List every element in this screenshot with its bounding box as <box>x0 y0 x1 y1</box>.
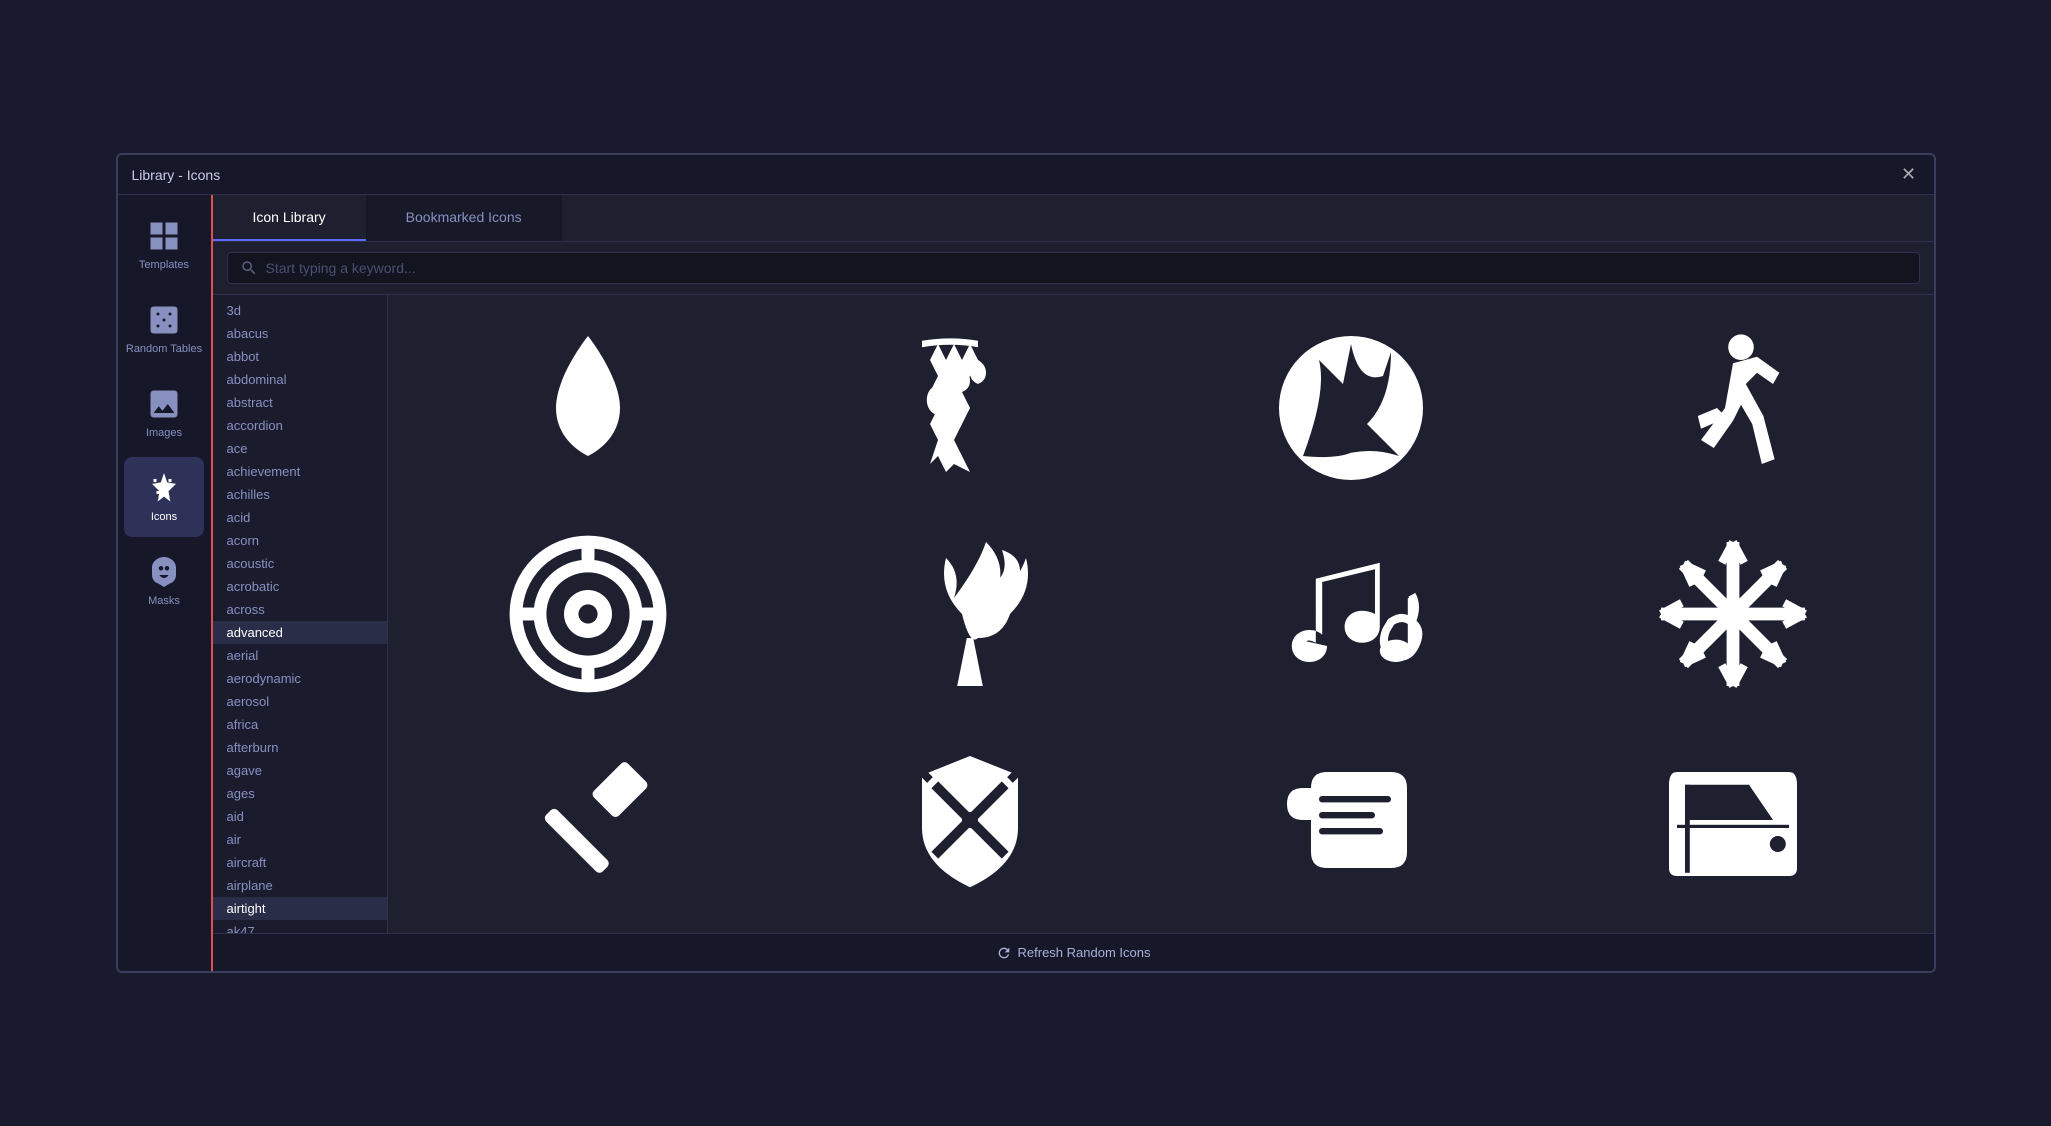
keyword-across[interactable]: across <box>213 598 387 621</box>
keyword-abdominal[interactable]: abdominal <box>213 368 387 391</box>
random-tables-label: Random Tables <box>126 343 202 356</box>
keyword-acid[interactable]: acid <box>213 506 387 529</box>
dice-icon <box>146 302 182 338</box>
keyword-abacus[interactable]: abacus <box>213 322 387 345</box>
icons-icon <box>146 470 182 506</box>
sidebar-item-icons[interactable]: Icons <box>124 457 204 537</box>
keyword-abstract[interactable]: abstract <box>213 391 387 414</box>
main-window: Library - Icons ✕ Templates Random Table… <box>116 153 1936 973</box>
keyword-airtight[interactable]: airtight <box>213 897 387 920</box>
icon-shield-swords[interactable] <box>779 717 1161 923</box>
tabs-bar: Icon Library Bookmarked Icons <box>213 195 1934 242</box>
keyword-aircraft[interactable]: aircraft <box>213 851 387 874</box>
keyword-acrobatic[interactable]: acrobatic <box>213 575 387 598</box>
keyword-agave[interactable]: agave <box>213 759 387 782</box>
bottom-bar: Refresh Random Icons <box>213 933 1934 971</box>
sidebar: Templates Random Tables Images <box>118 195 213 971</box>
search-bar <box>213 242 1934 295</box>
keyword-ace[interactable]: ace <box>213 437 387 460</box>
tab-icon-library[interactable]: Icon Library <box>213 195 366 241</box>
search-icon <box>240 259 258 277</box>
sidebar-item-masks[interactable]: Masks <box>124 541 204 621</box>
icons-grid <box>388 295 1934 933</box>
keyword-afterburn[interactable]: afterburn <box>213 736 387 759</box>
keyword-abbot[interactable]: abbot <box>213 345 387 368</box>
icon-fish[interactable] <box>779 305 1161 511</box>
close-button[interactable]: ✕ <box>1898 164 1920 186</box>
keyword-africa[interactable]: africa <box>213 713 387 736</box>
body-split: 3d abacus abbot abdominal abstract accor… <box>213 295 1934 933</box>
keyword-acorn[interactable]: acorn <box>213 529 387 552</box>
keyword-acoustic[interactable]: acoustic <box>213 552 387 575</box>
tab-bookmarked-icons[interactable]: Bookmarked Icons <box>366 195 562 241</box>
icon-car-door[interactable] <box>1542 717 1924 923</box>
keyword-list[interactable]: 3d abacus abbot abdominal abstract accor… <box>213 295 388 933</box>
images-icon <box>146 386 182 422</box>
keyword-achievement[interactable]: achievement <box>213 460 387 483</box>
icon-scroll[interactable] <box>1161 717 1543 923</box>
icon-wolf[interactable] <box>1161 305 1543 511</box>
keyword-3d[interactable]: 3d <box>213 299 387 322</box>
masks-icon <box>146 554 182 590</box>
keyword-ak47[interactable]: ak47 <box>213 920 387 933</box>
refresh-label: Refresh Random Icons <box>1018 945 1151 960</box>
icon-hammer[interactable] <box>398 717 780 923</box>
icon-snowflake[interactable] <box>1542 511 1924 717</box>
refresh-random-icons-button[interactable]: Refresh Random Icons <box>996 945 1151 961</box>
icons-label: Icons <box>151 511 177 524</box>
images-label: Images <box>146 427 182 440</box>
refresh-icon <box>996 945 1012 961</box>
icon-flame[interactable] <box>398 305 780 511</box>
keyword-accordion[interactable]: accordion <box>213 414 387 437</box>
keyword-aerodynamic[interactable]: aerodynamic <box>213 667 387 690</box>
keyword-aid[interactable]: aid <box>213 805 387 828</box>
keyword-aerosol[interactable]: aerosol <box>213 690 387 713</box>
icon-walk[interactable] <box>1542 305 1924 511</box>
keyword-ages[interactable]: ages <box>213 782 387 805</box>
titlebar: Library - Icons ✕ <box>118 155 1934 195</box>
content-area: Icon Library Bookmarked Icons <box>213 195 1934 971</box>
icon-music[interactable] <box>1161 511 1543 717</box>
keyword-achilles[interactable]: achilles <box>213 483 387 506</box>
keyword-aerial[interactable]: aerial <box>213 644 387 667</box>
search-input[interactable] <box>266 260 1907 276</box>
keyword-advanced[interactable]: advanced <box>213 621 387 644</box>
icon-torch[interactable] <box>779 511 1161 717</box>
sidebar-item-images[interactable]: Images <box>124 373 204 453</box>
masks-label: Masks <box>148 595 180 608</box>
sidebar-item-random-tables[interactable]: Random Tables <box>124 289 204 369</box>
templates-icon <box>146 218 182 254</box>
sidebar-item-templates[interactable]: Templates <box>124 205 204 285</box>
main-layout: Templates Random Tables Images <box>118 195 1934 971</box>
window-title: Library - Icons <box>132 167 221 183</box>
templates-label: Templates <box>139 259 189 272</box>
keyword-airplane[interactable]: airplane <box>213 874 387 897</box>
keyword-air[interactable]: air <box>213 828 387 851</box>
icon-target[interactable] <box>398 511 780 717</box>
search-input-wrap <box>227 252 1920 284</box>
